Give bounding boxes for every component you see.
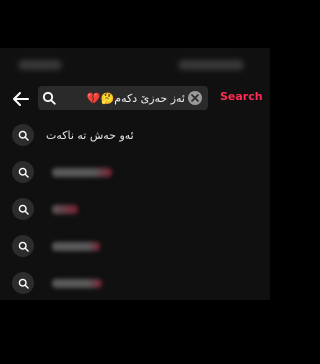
search-icon [12, 161, 34, 183]
search-icon [12, 235, 34, 257]
suggestion-item[interactable] [12, 270, 260, 296]
arrow-left-icon [13, 92, 29, 106]
search-icon [12, 198, 34, 220]
suggestion-label-redacted [52, 278, 102, 288]
suggestion-item[interactable] [12, 233, 260, 259]
search-button[interactable]: Search [220, 90, 263, 103]
clear-button[interactable] [188, 91, 202, 105]
search-icon [42, 91, 56, 105]
search-input[interactable] [56, 91, 188, 105]
suggestion-label-redacted [52, 167, 112, 177]
suggestion-item[interactable] [12, 196, 260, 222]
top-bar-blurred [18, 60, 62, 70]
back-button[interactable] [10, 88, 32, 110]
suggestion-label: ئەو حەش تە ناکەت [46, 128, 134, 142]
suggestion-item[interactable] [12, 159, 260, 185]
search-icon [12, 124, 34, 146]
suggestion-label-redacted [52, 241, 100, 251]
clear-icon [191, 94, 199, 102]
search-icon [12, 272, 34, 294]
top-bar-blurred [178, 60, 244, 70]
suggestion-label-redacted [52, 204, 78, 214]
suggestion-item[interactable]: ئەو حەش تە ناکەت [12, 122, 260, 148]
search-field[interactable] [38, 86, 208, 110]
